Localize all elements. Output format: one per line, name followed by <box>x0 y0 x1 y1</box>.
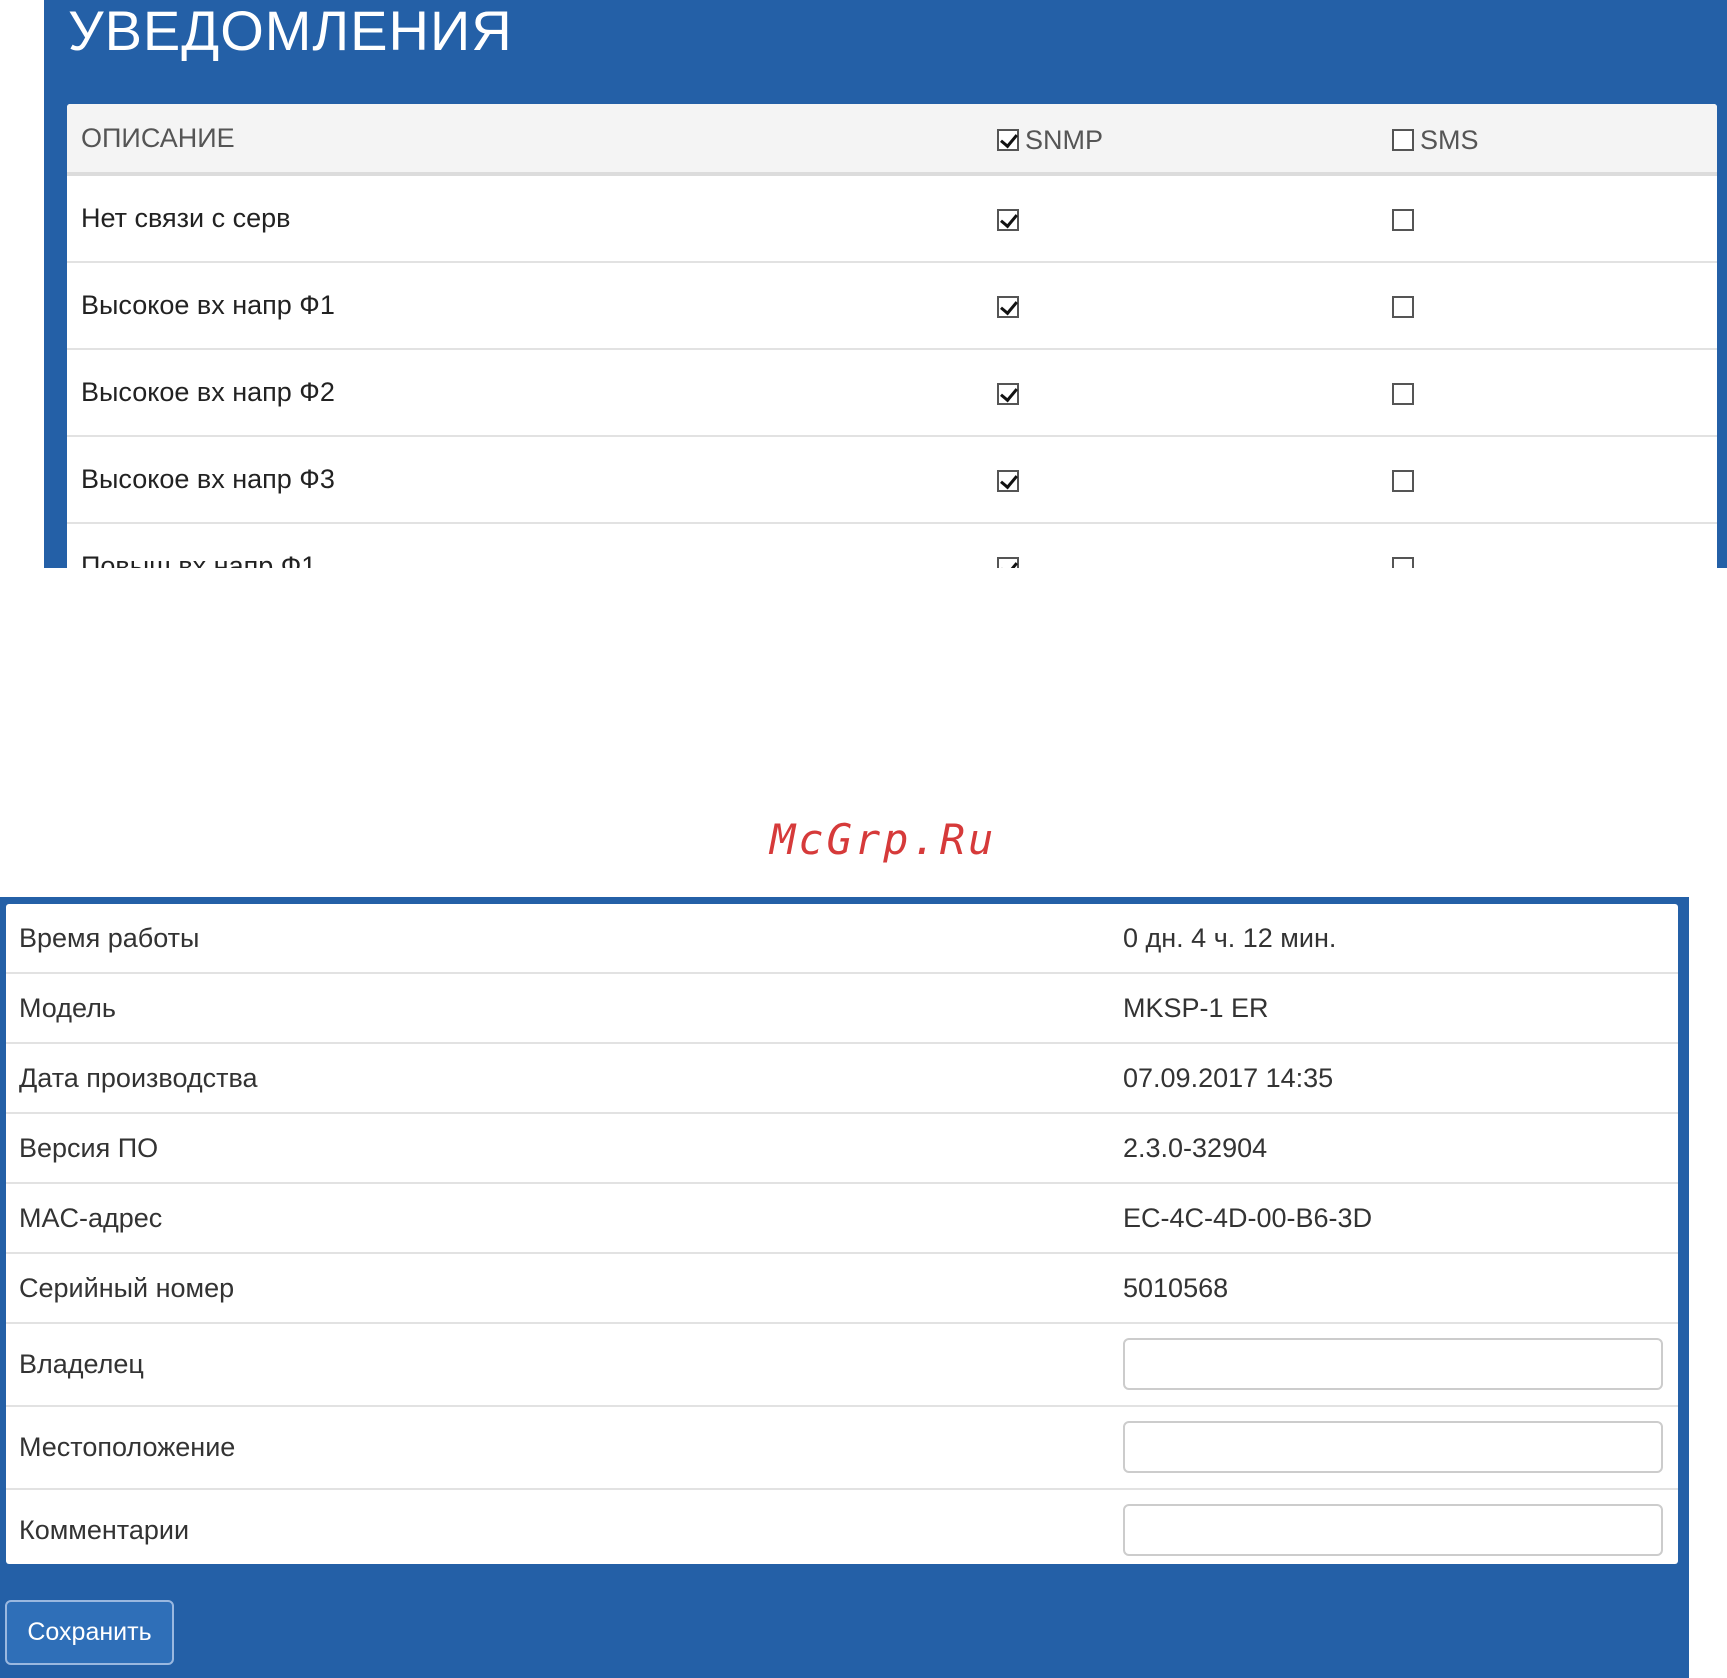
info-row-manufacture-date: Дата производства 07.09.2017 14:35 <box>6 1044 1678 1114</box>
notifications-rows: Нет связи с серв Высокое вх напр Ф1 Высоко… <box>67 176 1717 568</box>
device-info-panel: Время работы 0 дн. 4 ч. 12 мин. Модель M… <box>0 897 1689 1678</box>
notification-row: Высокое вх напр Ф1 <box>67 263 1717 350</box>
mac-value: EC-4C-4D-00-B6-3D <box>1123 1203 1373 1233</box>
info-row-location: Местоположение <box>6 1407 1678 1490</box>
snmp-header-label: SNMP <box>1025 124 1104 155</box>
snmp-checkbox[interactable] <box>997 556 1019 568</box>
snmp-cell <box>997 350 1019 435</box>
notification-row: Нет связи с серв <box>67 176 1717 263</box>
sms-cell <box>1392 437 1414 522</box>
sms-checkbox[interactable] <box>1392 208 1414 231</box>
notification-row: Повыш вх напр Ф1 <box>67 524 1717 568</box>
firmware-value: 2.3.0-32904 <box>1123 1133 1268 1163</box>
sms-checkbox[interactable] <box>1392 382 1414 405</box>
save-button[interactable]: Сохранить <box>5 1600 174 1665</box>
manufacture-date-value: 07.09.2017 14:35 <box>1123 1063 1334 1093</box>
sms-select-all-checkbox[interactable] <box>1392 128 1414 151</box>
snmp-select-all-checkbox[interactable] <box>997 128 1019 151</box>
info-row-mac: MAC-адрес EC-4C-4D-00-B6-3D <box>6 1184 1678 1254</box>
sms-checkbox[interactable] <box>1392 295 1414 318</box>
notification-description: Высокое вх напр Ф1 <box>81 290 335 320</box>
notification-description: Нет связи с серв <box>81 203 291 233</box>
model-value: MKSP-1 ER <box>1123 993 1269 1023</box>
notifications-panel: УВЕДОМЛЕНИЯ ОПИСАНИЕ SNMP SMS Нет связи … <box>44 0 1727 568</box>
manufacture-date-label: Дата производства <box>19 1063 258 1093</box>
location-input[interactable] <box>1123 1421 1663 1473</box>
sms-cell <box>1392 524 1414 568</box>
notification-description: Высокое вх напр Ф2 <box>81 377 335 407</box>
sms-checkbox[interactable] <box>1392 556 1414 568</box>
notifications-title: УВЕДОМЛЕНИЯ <box>68 0 513 62</box>
owner-label: Владелец <box>19 1349 144 1379</box>
notification-description: Повыш вх напр Ф1 <box>81 551 317 568</box>
snmp-checkbox[interactable] <box>997 208 1019 231</box>
column-header-description: ОПИСАНИЕ <box>81 123 235 153</box>
snmp-checkbox[interactable] <box>997 382 1019 405</box>
snmp-checkbox[interactable] <box>997 295 1019 318</box>
location-label: Местоположение <box>19 1432 236 1462</box>
firmware-label: Версия ПО <box>19 1133 159 1163</box>
snmp-cell <box>997 263 1019 348</box>
comments-label: Комментарии <box>19 1515 190 1545</box>
notifications-header-row: ОПИСАНИЕ SNMP SMS <box>67 104 1717 176</box>
column-header-sms[interactable]: SMS <box>1392 104 1479 172</box>
snmp-cell <box>997 524 1019 568</box>
snmp-cell <box>997 176 1019 261</box>
info-row-uptime: Время работы 0 дн. 4 ч. 12 мин. <box>6 904 1678 974</box>
notification-description: Высокое вх напр Ф3 <box>81 464 335 494</box>
snmp-checkbox[interactable] <box>997 469 1019 492</box>
sms-cell <box>1392 350 1414 435</box>
device-info-table: Время работы 0 дн. 4 ч. 12 мин. Модель M… <box>6 904 1678 1564</box>
sms-checkbox[interactable] <box>1392 469 1414 492</box>
notifications-table: ОПИСАНИЕ SNMP SMS Нет связи с серв Высоко… <box>67 104 1717 568</box>
column-header-snmp[interactable]: SNMP <box>997 104 1103 172</box>
sms-cell <box>1392 176 1414 261</box>
owner-input[interactable] <box>1123 1338 1663 1390</box>
info-row-firmware: Версия ПО 2.3.0-32904 <box>6 1114 1678 1184</box>
sms-cell <box>1392 263 1414 348</box>
uptime-label: Время работы <box>19 923 200 953</box>
serial-label: Серийный номер <box>19 1273 235 1303</box>
model-label: Модель <box>19 993 116 1023</box>
notification-row: Высокое вх напр Ф2 <box>67 350 1717 437</box>
comments-input[interactable] <box>1123 1504 1663 1556</box>
watermark: McGrp.Ru <box>770 815 997 864</box>
info-row-owner: Владелец <box>6 1324 1678 1407</box>
mac-label: MAC-адрес <box>19 1203 163 1233</box>
info-row-comments: Комментарии <box>6 1490 1678 1564</box>
info-row-serial: Серийный номер 5010568 <box>6 1254 1678 1324</box>
sms-header-label: SMS <box>1420 124 1479 155</box>
serial-value: 5010568 <box>1123 1273 1229 1303</box>
notification-row: Высокое вх напр Ф3 <box>67 437 1717 524</box>
uptime-value: 0 дн. 4 ч. 12 мин. <box>1123 923 1337 953</box>
info-row-model: Модель MKSP-1 ER <box>6 974 1678 1044</box>
snmp-cell <box>997 437 1019 522</box>
